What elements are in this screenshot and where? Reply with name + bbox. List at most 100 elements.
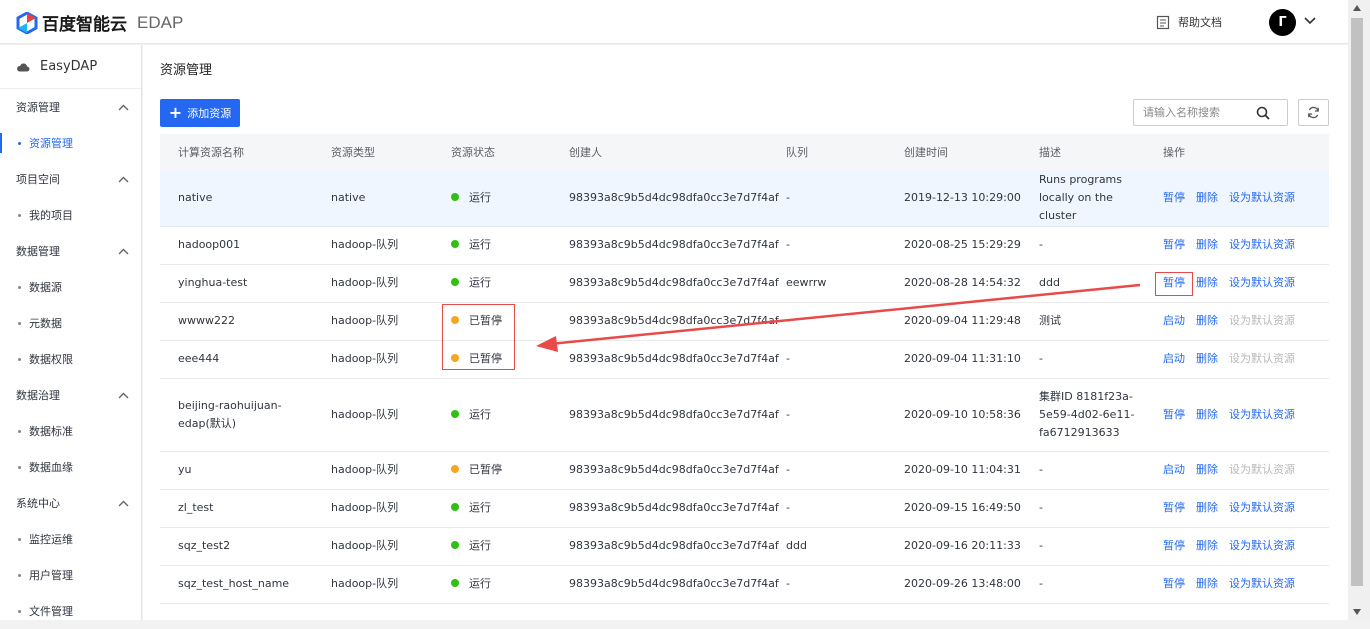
sidebar-item[interactable]: 元数据 <box>0 305 141 341</box>
sidebar-group[interactable]: 数据治理 <box>0 377 141 413</box>
sidebar-brand[interactable]: EasyDAP <box>0 45 141 89</box>
cell-creator: 98393a8c9b5d4dc98dfa0cc3e7d7f4af <box>551 489 779 528</box>
cell-creator-text: 98393a8c9b5d4dc98dfa0cc3e7d7f4af <box>569 238 779 251</box>
toggle-run-button[interactable]: 暂停 <box>1163 191 1185 204</box>
table-row: hadoop001 hadoop-队列 运行 98393a8c9b5d4dc98dfa… <box>160 226 1329 265</box>
sidebar-group[interactable]: 项目空间 <box>0 161 141 197</box>
delete-button[interactable]: 删除 <box>1196 352 1218 365</box>
cell-status: 运行 <box>433 264 551 303</box>
sidebar: EasyDAP 资源管理 资源管理 项目空间 我的项目 数据管理 数据源 元数据 数据权限 数据… <box>0 45 142 620</box>
set-default-button[interactable]: 设为默认资源 <box>1229 238 1295 251</box>
cell-queue-text: - <box>786 407 790 421</box>
sidebar-item[interactable]: 数据血缘 <box>0 449 141 485</box>
chevron-down-icon[interactable] <box>1304 17 1316 25</box>
cell-name: beijing-raohuijuan-edap(默认) <box>160 378 313 452</box>
add-resource-button[interactable]: + 添加资源 <box>160 99 240 127</box>
delete-button[interactable]: 删除 <box>1196 238 1218 251</box>
sidebar-group-label: 项目空间 <box>16 173 60 186</box>
delete-button[interactable]: 删除 <box>1196 577 1218 590</box>
set-default-button[interactable]: 设为默认资源 <box>1229 501 1295 514</box>
scroll-down-arrow-icon[interactable] <box>1352 608 1362 616</box>
delete-button[interactable]: 删除 <box>1196 191 1218 204</box>
scroll-up-arrow-icon[interactable] <box>1352 4 1362 12</box>
toggle-run-button[interactable]: 暂停 <box>1163 408 1185 421</box>
delete-button[interactable]: 删除 <box>1196 276 1218 289</box>
search-input[interactable] <box>1134 100 1256 125</box>
toggle-run-button[interactable]: 暂停 <box>1163 577 1185 590</box>
toggle-run-button[interactable]: 暂停 <box>1163 539 1185 552</box>
set-default-button[interactable]: 设为默认资源 <box>1229 191 1295 204</box>
search-icon[interactable] <box>1256 106 1270 120</box>
delete-button[interactable]: 删除 <box>1196 463 1218 476</box>
add-resource-label: 添加资源 <box>187 107 232 120</box>
scrollbar-thumb[interactable] <box>1351 18 1363 586</box>
cell-name: sqz_test2 <box>160 527 313 566</box>
user-avatar[interactable]: Γ <box>1269 9 1296 36</box>
cell-name-text: wwww222 <box>178 314 235 327</box>
toggle-run-button[interactable]: 暂停 <box>1163 501 1185 514</box>
help-docs-link[interactable]: 帮助文档 <box>1156 14 1222 30</box>
set-default-button[interactable]: 设为默认资源 <box>1229 539 1295 552</box>
sidebar-item[interactable]: 我的项目 <box>0 197 141 233</box>
sidebar-item[interactable]: 数据权限 <box>0 341 141 377</box>
bullet-icon <box>18 321 21 325</box>
cell-created-time: 2020-09-15 16:49:50 <box>886 489 1021 528</box>
status-dot-icon <box>451 409 459 418</box>
delete-button[interactable]: 删除 <box>1196 539 1218 552</box>
sidebar-item[interactable]: 文件管理 <box>0 593 141 629</box>
delete-button[interactable]: 删除 <box>1196 314 1218 327</box>
cell-created-time-text: 2020-09-04 11:29:48 <box>904 314 1021 327</box>
cell-actions: 启动 删除 设为默认资源 <box>1145 340 1329 379</box>
cell-queue-text: eewrrw <box>786 276 827 289</box>
column-header: 描述 <box>1021 134 1145 170</box>
sidebar-item[interactable]: 数据源 <box>0 269 141 305</box>
cell-creator: 98393a8c9b5d4dc98dfa0cc3e7d7f4af <box>551 565 779 604</box>
toggle-run-button[interactable]: 启动 <box>1163 352 1185 365</box>
set-default-button[interactable]: 设为默认资源 <box>1229 276 1295 289</box>
bullet-icon <box>18 573 21 577</box>
table-row: sqz_test2 hadoop-队列 运行 98393a8c9b5d4dc98dfa… <box>160 527 1329 566</box>
refresh-icon <box>1308 106 1319 119</box>
cell-actions: 暂停 删除 设为默认资源 <box>1145 565 1329 604</box>
sidebar-group[interactable]: 资源管理 <box>0 89 141 125</box>
page-title: 资源管理 <box>160 63 213 78</box>
column-header: 创建时间 <box>886 134 1021 170</box>
cell-name-text: beijing-raohuijuan-edap(默认) <box>178 398 282 430</box>
cell-description: 集群ID 8181f23a-5e59-4d02-6e11-fa671291363… <box>1021 378 1145 452</box>
sidebar-item[interactable]: 资源管理 <box>0 125 141 161</box>
cell-type: hadoop-队列 <box>313 451 433 490</box>
toggle-run-button[interactable]: 启动 <box>1163 314 1185 327</box>
product-name: EDAP <box>137 12 184 32</box>
cell-queue: - <box>768 489 886 528</box>
cell-queue: - <box>768 226 886 265</box>
sidebar-brand-label: EasyDAP <box>40 59 98 74</box>
delete-button[interactable]: 删除 <box>1196 408 1218 421</box>
cell-creator-text: 98393a8c9b5d4dc98dfa0cc3e7d7f4af <box>569 314 779 327</box>
cell-type-text: hadoop-队列 <box>331 577 399 590</box>
sidebar-item[interactable]: 用户管理 <box>0 557 141 593</box>
plus-icon: + <box>168 103 183 122</box>
cell-type-text: hadoop-队列 <box>331 407 399 421</box>
set-default-button[interactable]: 设为默认资源 <box>1229 408 1295 421</box>
cell-creator-text: 98393a8c9b5d4dc98dfa0cc3e7d7f4af <box>569 407 779 421</box>
cell-creator-text: 98393a8c9b5d4dc98dfa0cc3e7d7f4af <box>569 539 779 552</box>
status-text: 运行 <box>469 577 491 590</box>
toggle-run-button[interactable]: 暂停 <box>1163 238 1185 251</box>
cell-queue-text: - <box>786 190 790 204</box>
sidebar-item[interactable]: 数据标准 <box>0 413 141 449</box>
cell-creator: 98393a8c9b5d4dc98dfa0cc3e7d7f4af <box>551 527 779 566</box>
sidebar-group[interactable]: 系统中心 <box>0 485 141 521</box>
sidebar-item[interactable]: 监控运维 <box>0 521 141 557</box>
set-default-button[interactable]: 设为默认资源 <box>1229 577 1295 590</box>
cell-name: hadoop001 <box>160 226 313 265</box>
bullet-icon <box>18 537 21 541</box>
cell-description: - <box>1021 340 1145 379</box>
toggle-run-button[interactable]: 启动 <box>1163 463 1185 476</box>
status-dot-icon <box>451 579 459 587</box>
refresh-button[interactable] <box>1298 99 1329 126</box>
brand-logo[interactable]: 百度智能云 EDAP <box>16 10 183 35</box>
delete-button[interactable]: 删除 <box>1196 501 1218 514</box>
table-row: native native 运行 98393a8c9b5d4dc98dfa0cc3e7… <box>160 170 1329 227</box>
cell-name-text: hadoop001 <box>178 238 241 251</box>
sidebar-group[interactable]: 数据管理 <box>0 233 141 269</box>
